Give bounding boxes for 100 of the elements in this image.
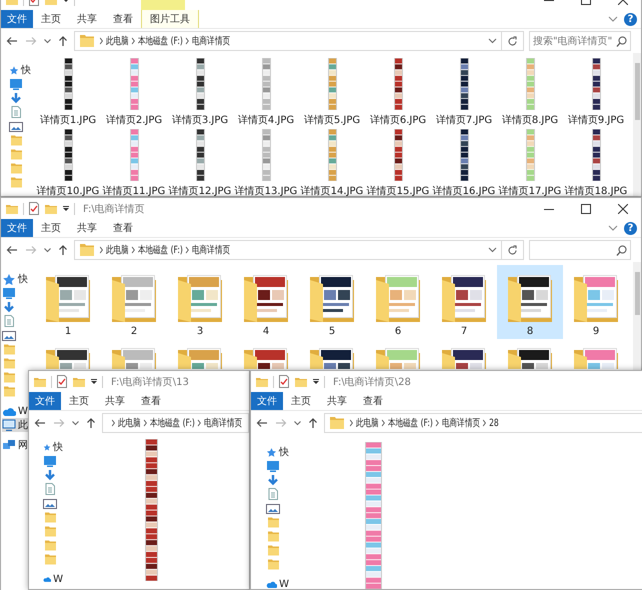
file-item[interactable]: 详情页9.JPG: [563, 57, 629, 128]
maximize-icon[interactable]: [580, 204, 590, 214]
properties-icon[interactable]: [28, 202, 40, 215]
ribbon-tab[interactable]: 主页: [33, 219, 69, 237]
breadcrumb-item[interactable]: 此电脑: [106, 243, 129, 257]
chevron-icon[interactable]: [349, 419, 354, 427]
help-button[interactable]: ?: [624, 12, 637, 26]
chevron-icon[interactable]: [435, 419, 440, 427]
sidebar-item[interactable]: 快: [43, 440, 63, 454]
chevron-down-icon[interactable]: [488, 247, 497, 253]
chevron-icon[interactable]: [99, 246, 104, 254]
file-tab[interactable]: 文件: [1, 10, 33, 28]
chevron-icon[interactable]: [197, 419, 202, 427]
breadcrumb-item[interactable]: 本地磁盘 (F:): [138, 243, 183, 257]
back-arrow-icon[interactable]: [34, 418, 46, 428]
up-arrow-icon[interactable]: [58, 244, 68, 256]
sidebar-item[interactable]: W: [43, 572, 63, 586]
chevron-icon[interactable]: [99, 37, 104, 45]
scrollbar[interactable]: [633, 262, 641, 370]
file-tab[interactable]: 文件: [29, 392, 61, 410]
caret-icon[interactable]: [294, 420, 301, 426]
up-arrow-icon[interactable]: [58, 35, 68, 47]
sidebar-item[interactable]: 快: [266, 445, 289, 459]
folder-item[interactable]: 4: [233, 265, 299, 339]
refresh-button[interactable]: [502, 240, 524, 260]
sidebar-item[interactable]: W: [2, 404, 31, 418]
back-arrow-icon[interactable]: [6, 36, 18, 46]
chevron-icon[interactable]: [111, 419, 116, 427]
file-item[interactable]: 详情页5.JPG: [299, 57, 365, 128]
up-arrow-icon[interactable]: [308, 417, 318, 429]
caret-icon[interactable]: [312, 378, 320, 384]
ribbon-tab[interactable]: 主页: [33, 10, 69, 28]
chevron-icon[interactable]: [482, 419, 487, 427]
properties-icon[interactable]: [278, 375, 290, 388]
breadcrumb-item[interactable]: 本地磁盘 (F:): [150, 416, 195, 430]
folder-item[interactable]: 1: [35, 265, 101, 339]
breadcrumb-item[interactable]: 此电脑: [118, 416, 141, 430]
folder-item[interactable]: 7: [431, 265, 497, 339]
breadcrumb-item[interactable]: 本地磁盘 (F:): [388, 416, 433, 430]
caret-icon[interactable]: [44, 38, 51, 44]
breadcrumb-item[interactable]: 本地磁盘 (F:): [138, 34, 183, 48]
breadcrumb-item[interactable]: 电商详情页: [192, 243, 230, 257]
ribbon-tab[interactable]: 共享: [69, 219, 105, 237]
file-item[interactable]: 详情页7.JPG: [431, 57, 497, 128]
folder-item[interactable]: 3: [167, 265, 233, 339]
folder-item[interactable]: 6: [365, 265, 431, 339]
file-tab[interactable]: 文件: [251, 392, 283, 410]
breadcrumb-item[interactable]: 电商详情页: [192, 34, 230, 48]
chevron-icon[interactable]: [185, 37, 190, 45]
caret-icon[interactable]: [62, 206, 70, 212]
file-item[interactable]: 详情页6.JPG: [365, 57, 431, 128]
folder-item[interactable]: 5: [299, 265, 365, 339]
caret-icon[interactable]: [72, 420, 79, 426]
search-field[interactable]: [529, 240, 631, 260]
chevron-icon[interactable]: [130, 37, 136, 45]
breadcrumb-item[interactable]: 此电脑: [356, 416, 379, 430]
ribbon-tab[interactable]: 查看: [355, 392, 391, 410]
ribbon-tab[interactable]: 查看: [105, 219, 141, 237]
ribbon-tab[interactable]: 共享: [319, 392, 355, 410]
back-arrow-icon[interactable]: [6, 245, 18, 255]
sidebar-item[interactable]: 网: [2, 438, 31, 452]
file-tab[interactable]: 文件: [1, 219, 33, 237]
back-arrow-icon[interactable]: [256, 418, 268, 428]
file-item[interactable]: 详情页3.JPG: [167, 57, 233, 128]
chevron-icon[interactable]: [142, 419, 148, 427]
chevron-down-icon[interactable]: [488, 38, 497, 44]
folder-item[interactable]: 2: [101, 265, 167, 339]
chevron-down-icon[interactable]: [608, 16, 618, 22]
close-icon[interactable]: [618, 204, 628, 214]
sidebar-item[interactable]: 此: [2, 418, 31, 432]
ribbon-tab[interactable]: 共享: [97, 392, 133, 410]
breadcrumb-item[interactable]: 电商详情页: [204, 416, 242, 430]
sidebar-item[interactable]: 快: [9, 63, 31, 77]
file-item[interactable]: 详情页4.JPG: [233, 57, 299, 128]
chevron-icon[interactable]: [185, 246, 190, 254]
breadcrumb-item[interactable]: 电商详情页: [442, 416, 480, 430]
help-button[interactable]: ?: [624, 222, 637, 234]
chevron-icon[interactable]: [380, 419, 386, 427]
breadcrumb-item[interactable]: 此电脑: [106, 34, 129, 48]
refresh-button[interactable]: [502, 31, 524, 51]
scrollbar[interactable]: [633, 53, 641, 196]
ribbon-tab[interactable]: 主页: [283, 392, 319, 410]
file-item[interactable]: 详情页8.JPG: [497, 57, 563, 128]
up-arrow-icon[interactable]: [86, 417, 96, 429]
file-item[interactable]: 详情页1.JPG: [35, 57, 101, 128]
folder-item[interactable]: 8: [497, 265, 563, 339]
ribbon-tab[interactable]: 主页: [61, 392, 97, 410]
ribbon-tab[interactable]: 共享: [69, 10, 105, 28]
folder-item[interactable]: 9: [563, 265, 629, 339]
caret-icon[interactable]: [90, 378, 98, 384]
file-item[interactable]: 详情页2.JPG: [101, 57, 167, 128]
ribbon-tab[interactable]: 查看: [133, 392, 169, 410]
chevron-icon[interactable]: [130, 246, 136, 254]
properties-icon[interactable]: [56, 375, 68, 388]
ribbon-tab[interactable]: 查看: [105, 10, 141, 28]
chevron-down-icon[interactable]: [608, 225, 618, 231]
sidebar-item[interactable]: 快: [2, 272, 31, 286]
breadcrumb-item[interactable]: 28: [489, 418, 499, 428]
caret-icon[interactable]: [44, 248, 51, 252]
sidebar-item[interactable]: W: [266, 577, 289, 589]
